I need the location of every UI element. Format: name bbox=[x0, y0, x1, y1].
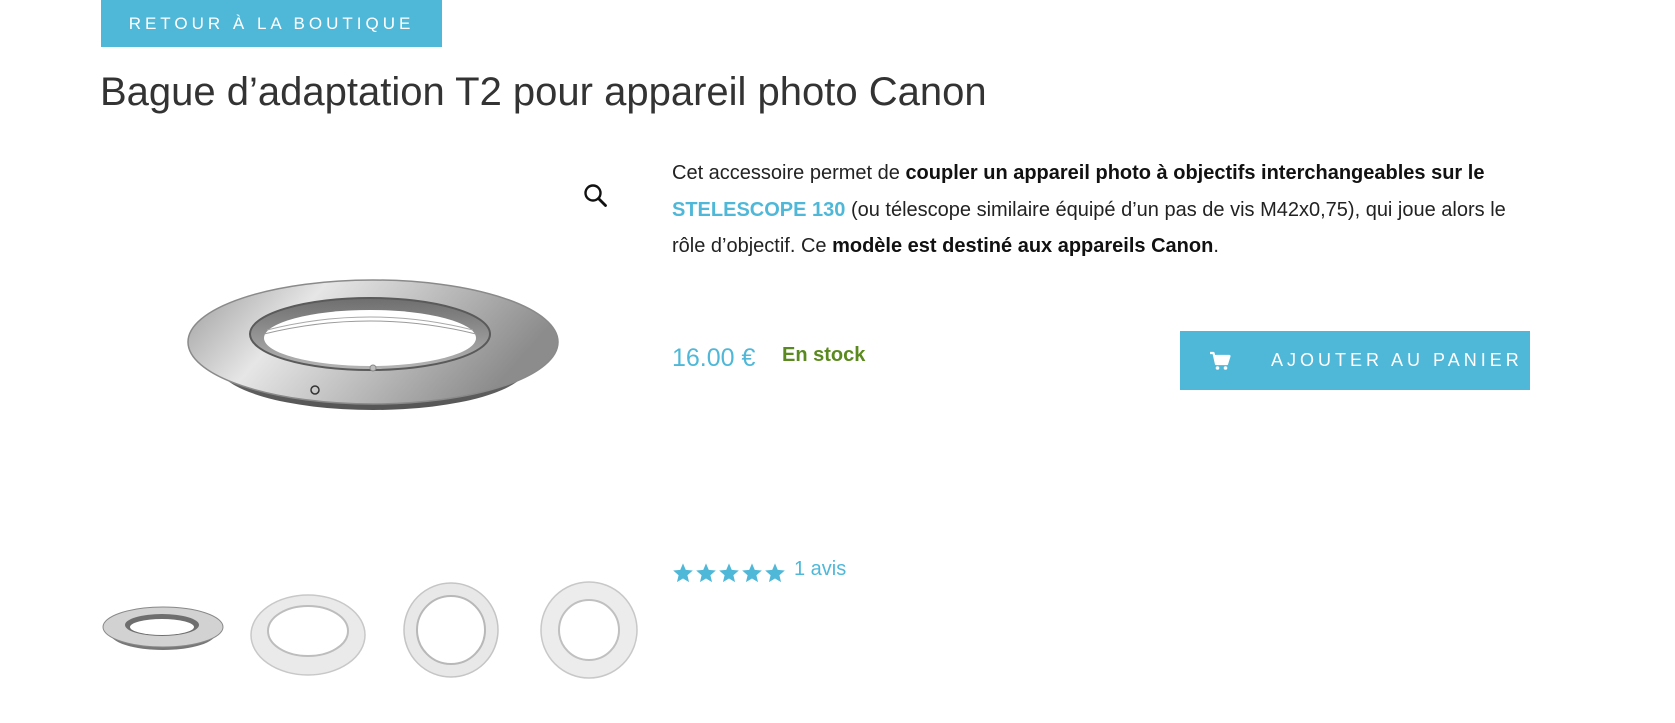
stock-status: En stock bbox=[782, 344, 866, 366]
rating-stars bbox=[672, 562, 787, 584]
product-price: 16.00 € bbox=[672, 344, 756, 372]
magnifier-icon bbox=[584, 184, 607, 207]
star-icon bbox=[765, 563, 785, 583]
description-bold: modèle est destiné aux appareils Canon bbox=[832, 235, 1214, 257]
thumbnail-4[interactable] bbox=[527, 575, 652, 685]
star-icon bbox=[696, 563, 716, 583]
description-bold: coupler un appareil photo à objectifs in… bbox=[905, 162, 1485, 184]
product-main-image[interactable] bbox=[183, 270, 563, 430]
description-text: . bbox=[1213, 235, 1219, 257]
thumbnail-3[interactable] bbox=[389, 575, 514, 685]
back-to-shop-button[interactable]: RETOUR À LA BOUTIQUE bbox=[101, 0, 442, 47]
star-icon bbox=[673, 563, 693, 583]
reviews-link[interactable]: 1 avis bbox=[794, 558, 846, 581]
stelescope-link[interactable]: STELESCOPE 130 bbox=[672, 199, 845, 221]
star-icon bbox=[742, 563, 762, 583]
cart-icon bbox=[1209, 351, 1231, 371]
zoom-button[interactable] bbox=[581, 181, 611, 211]
product-title: Bague d’adaptation T2 pour appareil phot… bbox=[100, 70, 987, 114]
product-rating: 1 avis bbox=[672, 558, 846, 584]
star-icon bbox=[719, 563, 739, 583]
description-text: Cet accessoire permet de bbox=[672, 162, 906, 184]
add-to-cart-button[interactable]: AJOUTER AU PANIER bbox=[1180, 331, 1530, 390]
thumbnail-1[interactable] bbox=[101, 575, 226, 685]
product-description: Cet accessoire permet de coupler un appa… bbox=[672, 155, 1532, 265]
thumbnail-2[interactable] bbox=[246, 575, 371, 685]
add-to-cart-label: AJOUTER AU PANIER bbox=[1271, 350, 1523, 370]
